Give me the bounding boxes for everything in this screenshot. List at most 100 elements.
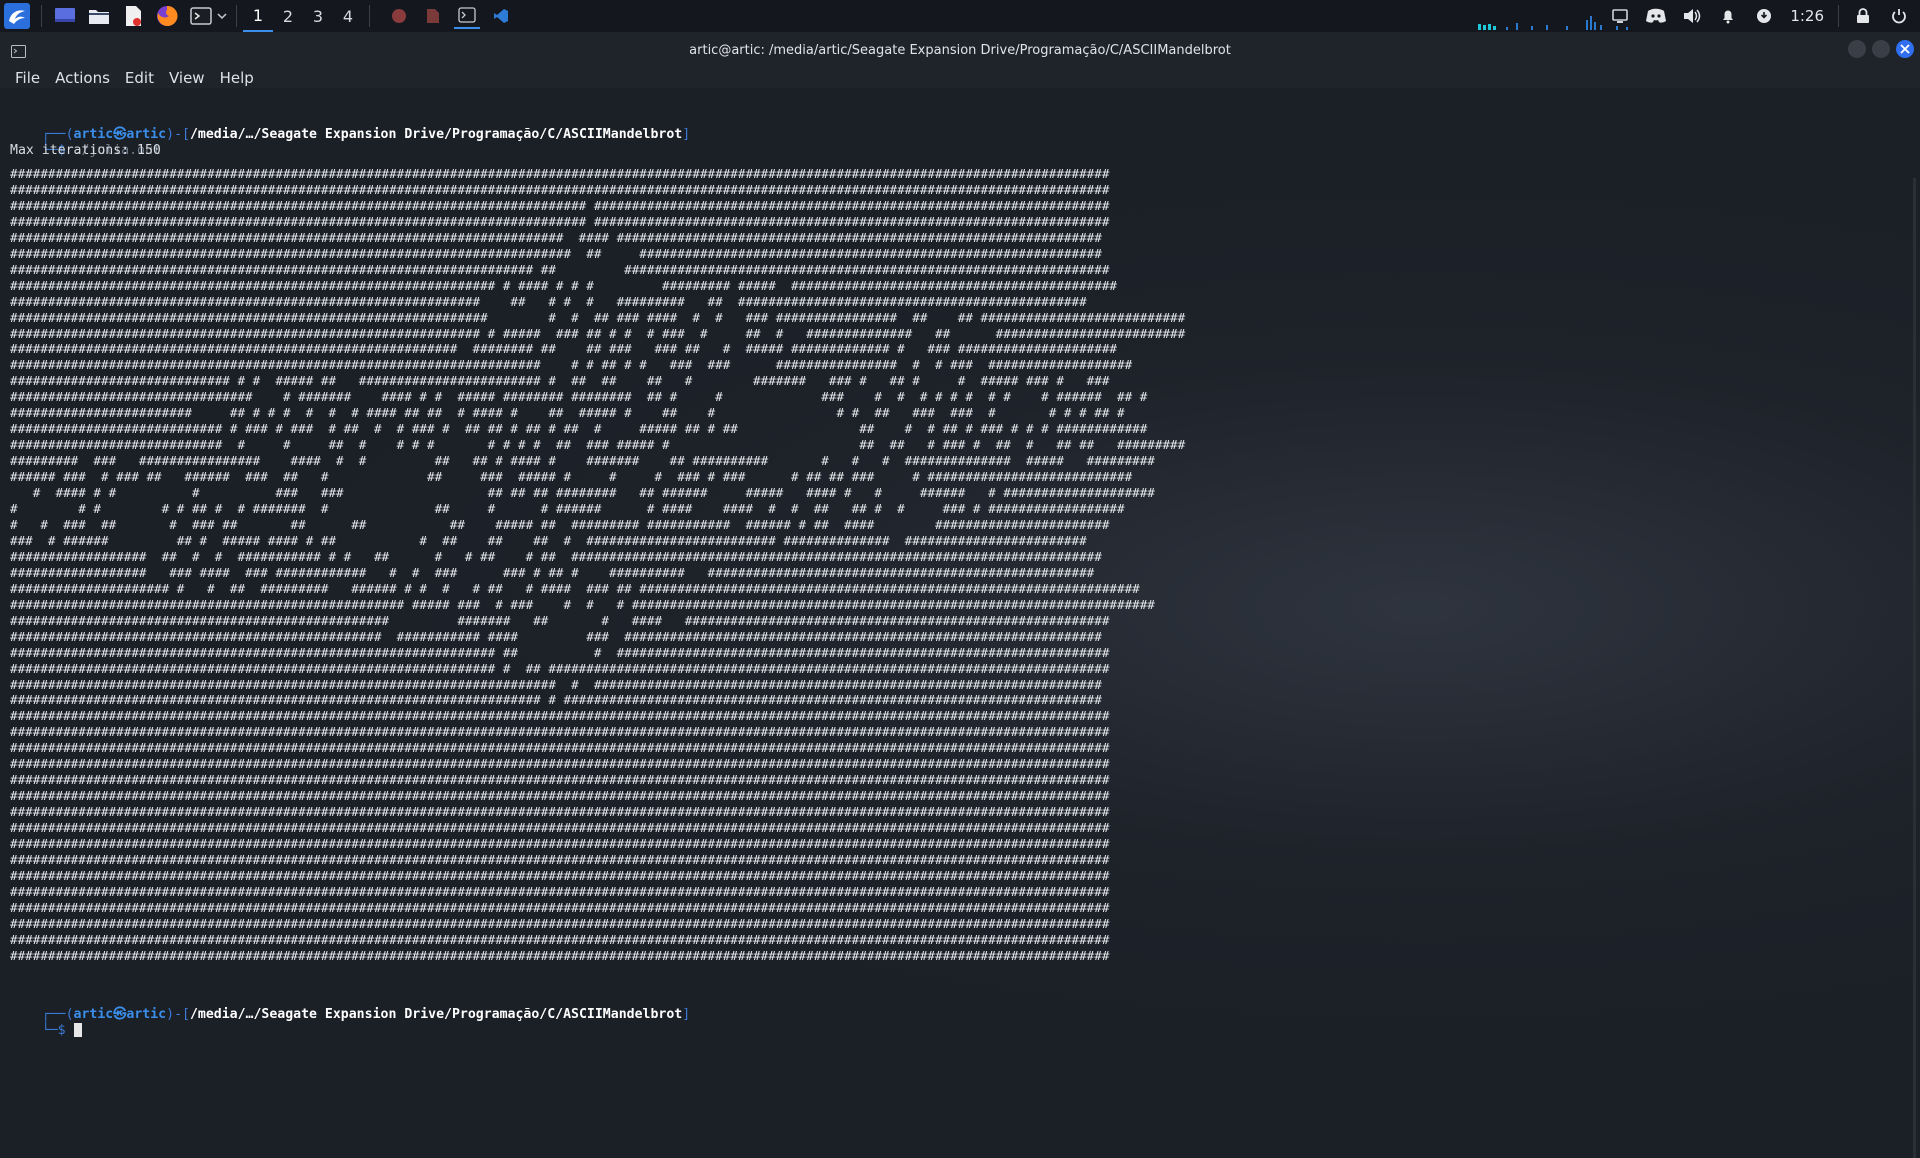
ascii-art-line: # #### # # # ### ### ## ## ## ######## #…: [10, 485, 1155, 501]
ascii-art-line: ########################################…: [10, 756, 1110, 772]
ascii-art-line: # # ### ## # ### ## ## ## ## ##### ## ##…: [10, 516, 1110, 532]
ascii-art-line: ########################################…: [10, 724, 1110, 740]
menu-file[interactable]: File: [15, 69, 40, 87]
ascii-art-line: ########################################…: [10, 612, 1110, 628]
kali-dragon-icon[interactable]: [3, 2, 31, 30]
ascii-art-line: ########################################…: [10, 261, 1110, 277]
maximize-button[interactable]: [1872, 40, 1890, 58]
ascii-art-line: ######################## ## # # # # # # …: [10, 405, 1125, 421]
ascii-art-line: ########################################…: [10, 229, 1102, 245]
update-icon[interactable]: [1751, 3, 1777, 29]
menu-actions[interactable]: Actions: [55, 69, 110, 87]
prompt-path: /media/…/Seagate Expansion Drive/Program…: [189, 1006, 683, 1022]
prompt-decoration: └─$: [41, 1022, 74, 1038]
ascii-art-line: ########################################…: [10, 181, 1110, 197]
prompt-decoration: )-[: [166, 1006, 190, 1022]
ascii-art-line: ################## ### #### ### ########…: [10, 564, 1095, 580]
ascii-art-line: ########################################…: [10, 293, 1087, 309]
text-editor-icon[interactable]: [120, 3, 146, 29]
text-cursor: [73, 1022, 82, 1037]
discord-icon[interactable]: [1643, 3, 1669, 29]
panel-separator: [369, 5, 370, 27]
top-panel: 1 2 3 4 1:26: [0, 0, 1920, 32]
workspace-3[interactable]: 3: [303, 0, 333, 32]
prompt-second-command-line[interactable]: └─$: [10, 1007, 82, 1055]
ascii-art-line: ########################################…: [10, 804, 1110, 820]
ascii-art-line: ########################################…: [10, 341, 1117, 357]
ascii-art-line: ########################################…: [10, 309, 1186, 325]
window-title: artic@artic: /media/artic/Seagate Expans…: [689, 42, 1231, 58]
taskbar-app-editor-icon[interactable]: [420, 3, 446, 29]
ascii-art-line: ########################################…: [10, 788, 1110, 804]
lock-icon[interactable]: [1850, 3, 1876, 29]
terminal-scrollbar[interactable]: [1913, 178, 1916, 1158]
ascii-art-line: ########################################…: [10, 166, 1110, 181]
prompt-path: /media/…/Seagate Expansion Drive/Program…: [189, 126, 683, 142]
system-tray: 1:26: [1602, 0, 1920, 32]
taskbar-app-vscode-icon[interactable]: [488, 3, 514, 29]
ascii-art-line: ##################### # # ## ######### #…: [10, 580, 1140, 596]
ascii-art-line: ########################################…: [10, 867, 1110, 883]
prompt-decoration: ]: [682, 1006, 691, 1022]
prompt-second: ┌──(artic㉿artic)-[/media/…/Seagate Expan…: [10, 991, 690, 1039]
ascii-art-line: ########################################…: [10, 213, 1110, 229]
ascii-art-line: ########################################…: [10, 883, 1110, 899]
panel-separator: [41, 5, 42, 27]
menu-edit[interactable]: Edit: [125, 69, 154, 87]
ascii-art-line: ########################################…: [10, 692, 1102, 708]
ascii-art-line: ########################################…: [10, 596, 1155, 612]
ascii-art-line: ########################################…: [10, 644, 1110, 660]
ascii-art-line: ########################################…: [10, 325, 1186, 341]
ascii-julia-art: ########################################…: [10, 166, 1185, 964]
ascii-art-line: ########################################…: [10, 931, 1110, 947]
ascii-art-line: ############################# # # ##### …: [10, 373, 1110, 389]
ascii-art-line: ########################################…: [10, 740, 1110, 756]
ascii-art-line: ########################################…: [10, 245, 1102, 261]
ascii-art-line: # # # # # ## # # ####### # ## # # ######…: [10, 501, 1125, 517]
window-titlebar[interactable]: artic@artic: /media/artic/Seagate Expans…: [0, 32, 1920, 68]
ascii-art-line: ########################################…: [10, 277, 1117, 293]
volume-icon[interactable]: [1679, 3, 1705, 29]
ascii-art-line: ########################################…: [10, 708, 1110, 724]
desktop-icon[interactable]: [52, 3, 78, 29]
workspace-2[interactable]: 2: [273, 0, 303, 32]
ascii-art-line: ### # ###### ## # ##### #### # ## # ## #…: [10, 532, 1087, 548]
menu-help[interactable]: Help: [220, 69, 254, 87]
ascii-art-line: ################## ## # # ########### # …: [10, 548, 1102, 564]
chevron-down-icon[interactable]: [216, 3, 228, 29]
ascii-art-line: ########################################…: [10, 628, 1102, 644]
file-manager-icon[interactable]: [86, 3, 112, 29]
bell-icon[interactable]: [1715, 3, 1741, 29]
close-icon: [1900, 44, 1910, 54]
ascii-art-line: ########################################…: [10, 357, 1133, 373]
workspace-1[interactable]: 1: [243, 0, 273, 32]
ascii-art-line: ########################################…: [10, 836, 1110, 852]
taskbar-app-terminal-icon[interactable]: [454, 3, 480, 29]
display-icon[interactable]: [1607, 3, 1633, 29]
minimize-button[interactable]: [1848, 40, 1866, 58]
close-button[interactable]: [1896, 40, 1914, 58]
taskbar-app-firefox-icon[interactable]: [386, 3, 412, 29]
power-icon[interactable]: [1886, 3, 1912, 29]
ascii-art-line: ########################################…: [10, 676, 1102, 692]
clock[interactable]: 1:26: [1790, 7, 1824, 25]
workspace-4[interactable]: 4: [333, 0, 363, 32]
prompt-decoration: ]: [682, 126, 691, 142]
menu-view[interactable]: View: [169, 69, 205, 87]
panel-separator: [1838, 5, 1839, 27]
ascii-art-line: ######### ### ################ #### # # …: [10, 453, 1155, 469]
menu-bar: File Actions Edit View Help: [0, 68, 1920, 88]
terminal-icon[interactable]: [188, 3, 214, 29]
ascii-art-line: ########################################…: [10, 660, 1110, 676]
ascii-art-line: ########################################…: [10, 197, 1110, 213]
ascii-art-line: ############################ # ### # ###…: [10, 421, 1148, 437]
prompt-decoration: )-[: [166, 126, 190, 142]
ascii-art-line: ########################################…: [10, 899, 1110, 915]
ascii-art-line: ########################################…: [10, 820, 1110, 836]
terminal-output[interactable]: ┌──(artic㉿artic)-[/media/…/Seagate Expan…: [0, 88, 1920, 1158]
ascii-art-line: ########################################…: [10, 851, 1110, 867]
ascii-art-line: ########################################…: [10, 947, 1110, 963]
panel-separator: [236, 5, 237, 27]
output-header: Max iterations: 150: [10, 143, 161, 158]
firefox-icon[interactable]: [154, 3, 180, 29]
